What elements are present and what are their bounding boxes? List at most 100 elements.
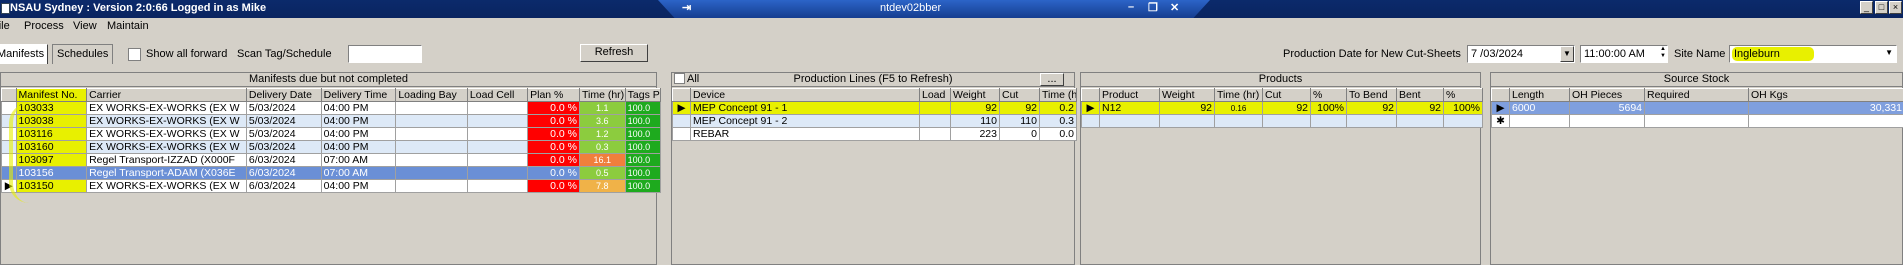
menu-process[interactable]: Process bbox=[24, 20, 64, 32]
manifests-caption: Manifests due but not completed bbox=[1, 73, 656, 87]
site-name-select[interactable]: Ingleburn ▼ bbox=[1729, 45, 1897, 63]
production-time-value: 11:00:00 AM bbox=[1584, 48, 1645, 60]
loading-bay bbox=[395, 166, 468, 180]
col-bent[interactable]: Bent bbox=[1396, 88, 1444, 102]
rd-close-button[interactable]: ✕ bbox=[1170, 1, 1179, 14]
col-to-bend[interactable]: To Bend bbox=[1346, 88, 1397, 102]
more-button[interactable]: ... bbox=[1040, 73, 1064, 86]
plan-pct: 0.0 % bbox=[527, 179, 580, 193]
col-cut[interactable]: Cut bbox=[1262, 88, 1311, 102]
carrier: EX WORKS-EX-WORKS (EX W bbox=[86, 140, 247, 154]
manifest-row[interactable]: 103097 Regel Transport-IZZAD (X000F 6/03/2… bbox=[1, 153, 662, 167]
production-line-row[interactable]: REBAR 223 0 0.0 bbox=[672, 127, 1077, 141]
all-checkbox[interactable] bbox=[674, 73, 685, 84]
col-weight[interactable]: Weight bbox=[950, 88, 1000, 102]
new-row-icon[interactable]: ✱ bbox=[1491, 114, 1510, 128]
production-date-value: 7 /03/2024 bbox=[1471, 48, 1523, 60]
load-cell bbox=[466, 114, 529, 128]
col-load-cell[interactable]: Load Cell bbox=[466, 88, 529, 102]
manifest-row[interactable]: ▶ 103150 EX WORKS-EX-WORKS (EX W 6/03/2024 0… bbox=[1, 179, 662, 193]
col-time-hr[interactable]: Time (hr bbox=[1039, 88, 1077, 102]
menu-file[interactable]: File bbox=[0, 20, 10, 32]
manifest-row[interactable]: 103033 EX WORKS-EX-WORKS (EX W 5/03/2024 04… bbox=[1, 101, 662, 115]
col-device[interactable]: Device bbox=[690, 88, 920, 102]
carrier: EX WORKS-EX-WORKS (EX W bbox=[86, 127, 247, 141]
col-required[interactable]: Required bbox=[1644, 88, 1749, 102]
production-line-row[interactable]: ▶ MEP Concept 91 - 1 92 92 0.2 bbox=[672, 101, 1077, 115]
loading-bay bbox=[395, 140, 468, 154]
production-date-picker[interactable]: 7 /03/2024 ▼ bbox=[1467, 45, 1575, 63]
loading-bay bbox=[395, 114, 468, 128]
production-lines-caption: All Production Lines (F5 to Refresh) ... bbox=[672, 73, 1074, 87]
manifest-row[interactable]: 103160 EX WORKS-EX-WORKS (EX W 5/03/2024 04… bbox=[1, 140, 662, 154]
maximize-button[interactable]: □ bbox=[1875, 1, 1888, 14]
empty-cell bbox=[1214, 114, 1263, 128]
product-row[interactable]: ▶ N12 92 0.16 92 100% 92 92 100% bbox=[1081, 101, 1483, 115]
col-product[interactable]: Product bbox=[1099, 88, 1160, 102]
production-line-row[interactable]: MEP Concept 91 - 2 110 110 0.3 bbox=[672, 114, 1077, 128]
spinner-icon[interactable]: ▲ ▼ bbox=[1660, 46, 1666, 60]
minimize-button[interactable]: _ bbox=[1860, 1, 1873, 14]
device: MEP Concept 91 - 1 bbox=[690, 101, 920, 115]
rd-restore-button[interactable]: ❐ bbox=[1148, 1, 1158, 14]
tags-printed: 100.0 bbox=[624, 140, 662, 154]
col-tags-printed[interactable]: Tags Prin bbox=[624, 88, 662, 102]
source-stock-panel: Source Stock Length OH Pieces Required O… bbox=[1490, 72, 1903, 265]
pin-icon[interactable]: ⇥ bbox=[682, 1, 691, 14]
chevron-down-icon[interactable]: ▼ bbox=[1885, 48, 1893, 57]
col-load[interactable]: Load bbox=[919, 88, 951, 102]
menu-maintain[interactable]: Maintain bbox=[107, 20, 149, 32]
col-plan-pct[interactable]: Plan % bbox=[527, 88, 580, 102]
row-selector[interactable] bbox=[672, 114, 691, 128]
load-cell bbox=[466, 101, 529, 115]
tab-manifests[interactable]: Manifests bbox=[0, 44, 48, 64]
col-oh-kgs[interactable]: OH Kgs bbox=[1748, 88, 1903, 102]
col-oh-pieces[interactable]: OH Pieces bbox=[1569, 88, 1645, 102]
product-row-empty bbox=[1081, 114, 1483, 128]
close-button[interactable]: × bbox=[1889, 1, 1902, 14]
row-selector[interactable]: ▶ bbox=[672, 101, 691, 115]
manifest-row[interactable]: 103116 EX WORKS-EX-WORKS (EX W 5/03/2024 04… bbox=[1, 127, 662, 141]
stock-row[interactable]: ▶ 6000 5694 30,331 bbox=[1491, 101, 1903, 115]
device: MEP Concept 91 - 2 bbox=[690, 114, 920, 128]
chevron-down-icon[interactable]: ▼ bbox=[1560, 46, 1574, 62]
plan-pct: 0.0 % bbox=[527, 166, 580, 180]
col-time-hr[interactable]: Time (hr) bbox=[1214, 88, 1263, 102]
row-selector[interactable]: ▶ bbox=[1081, 101, 1100, 115]
remote-host-name: ntdev02bber bbox=[880, 2, 942, 14]
load-cell bbox=[466, 127, 529, 141]
refresh-button[interactable]: Refresh bbox=[580, 44, 648, 62]
show-all-forward-checkbox[interactable] bbox=[128, 48, 141, 61]
col-manifest-no[interactable]: Manifest No. bbox=[15, 88, 88, 102]
col-cut[interactable]: Cut bbox=[999, 88, 1040, 102]
loading-bay bbox=[395, 101, 468, 115]
products-caption: Products bbox=[1081, 73, 1480, 87]
col-weight[interactable]: Weight bbox=[1159, 88, 1215, 102]
col-cut-pct[interactable]: % bbox=[1310, 88, 1347, 102]
col-length[interactable]: Length bbox=[1509, 88, 1570, 102]
stock-new-row[interactable]: ✱ bbox=[1491, 114, 1903, 128]
col-delivery-time[interactable]: Delivery Time bbox=[320, 88, 397, 102]
cut: 110 bbox=[999, 114, 1040, 128]
delivery-time: 04:00 PM bbox=[320, 127, 397, 141]
menu-view[interactable]: View bbox=[73, 20, 97, 32]
col-delivery-date[interactable]: Delivery Date bbox=[245, 88, 322, 102]
oh-kgs: 30,331 bbox=[1748, 101, 1903, 115]
delivery-time: 04:00 PM bbox=[320, 140, 397, 154]
tab-schedules[interactable]: Schedules bbox=[52, 44, 113, 64]
row-selector[interactable] bbox=[672, 127, 691, 141]
col-time-hr[interactable]: Time (hr) bbox=[578, 88, 626, 102]
scan-tag-input[interactable] bbox=[348, 45, 422, 63]
col-carrier[interactable]: Carrier bbox=[86, 88, 247, 102]
manifest-row[interactable]: 103038 EX WORKS-EX-WORKS (EX W 5/03/2024 04… bbox=[1, 114, 662, 128]
rd-minimize-button[interactable]: – bbox=[1128, 1, 1134, 13]
products-header-row: Product Weight Time (hr) Cut % To Bend B… bbox=[1081, 88, 1483, 102]
col-loading-bay[interactable]: Loading Bay bbox=[395, 88, 468, 102]
row-selector[interactable]: ▶ bbox=[1491, 101, 1510, 115]
manifest-row[interactable]: 103156 Regel Transport-ADAM (X036E 6/03/20… bbox=[1, 166, 662, 180]
row-selector-header bbox=[1081, 88, 1100, 102]
col-bent-pct[interactable]: % bbox=[1443, 88, 1483, 102]
product: N12 bbox=[1099, 101, 1160, 115]
production-time-picker[interactable]: 11:00:00 AM ▲ ▼ bbox=[1580, 45, 1668, 63]
delivery-date: 5/03/2024 bbox=[245, 140, 322, 154]
